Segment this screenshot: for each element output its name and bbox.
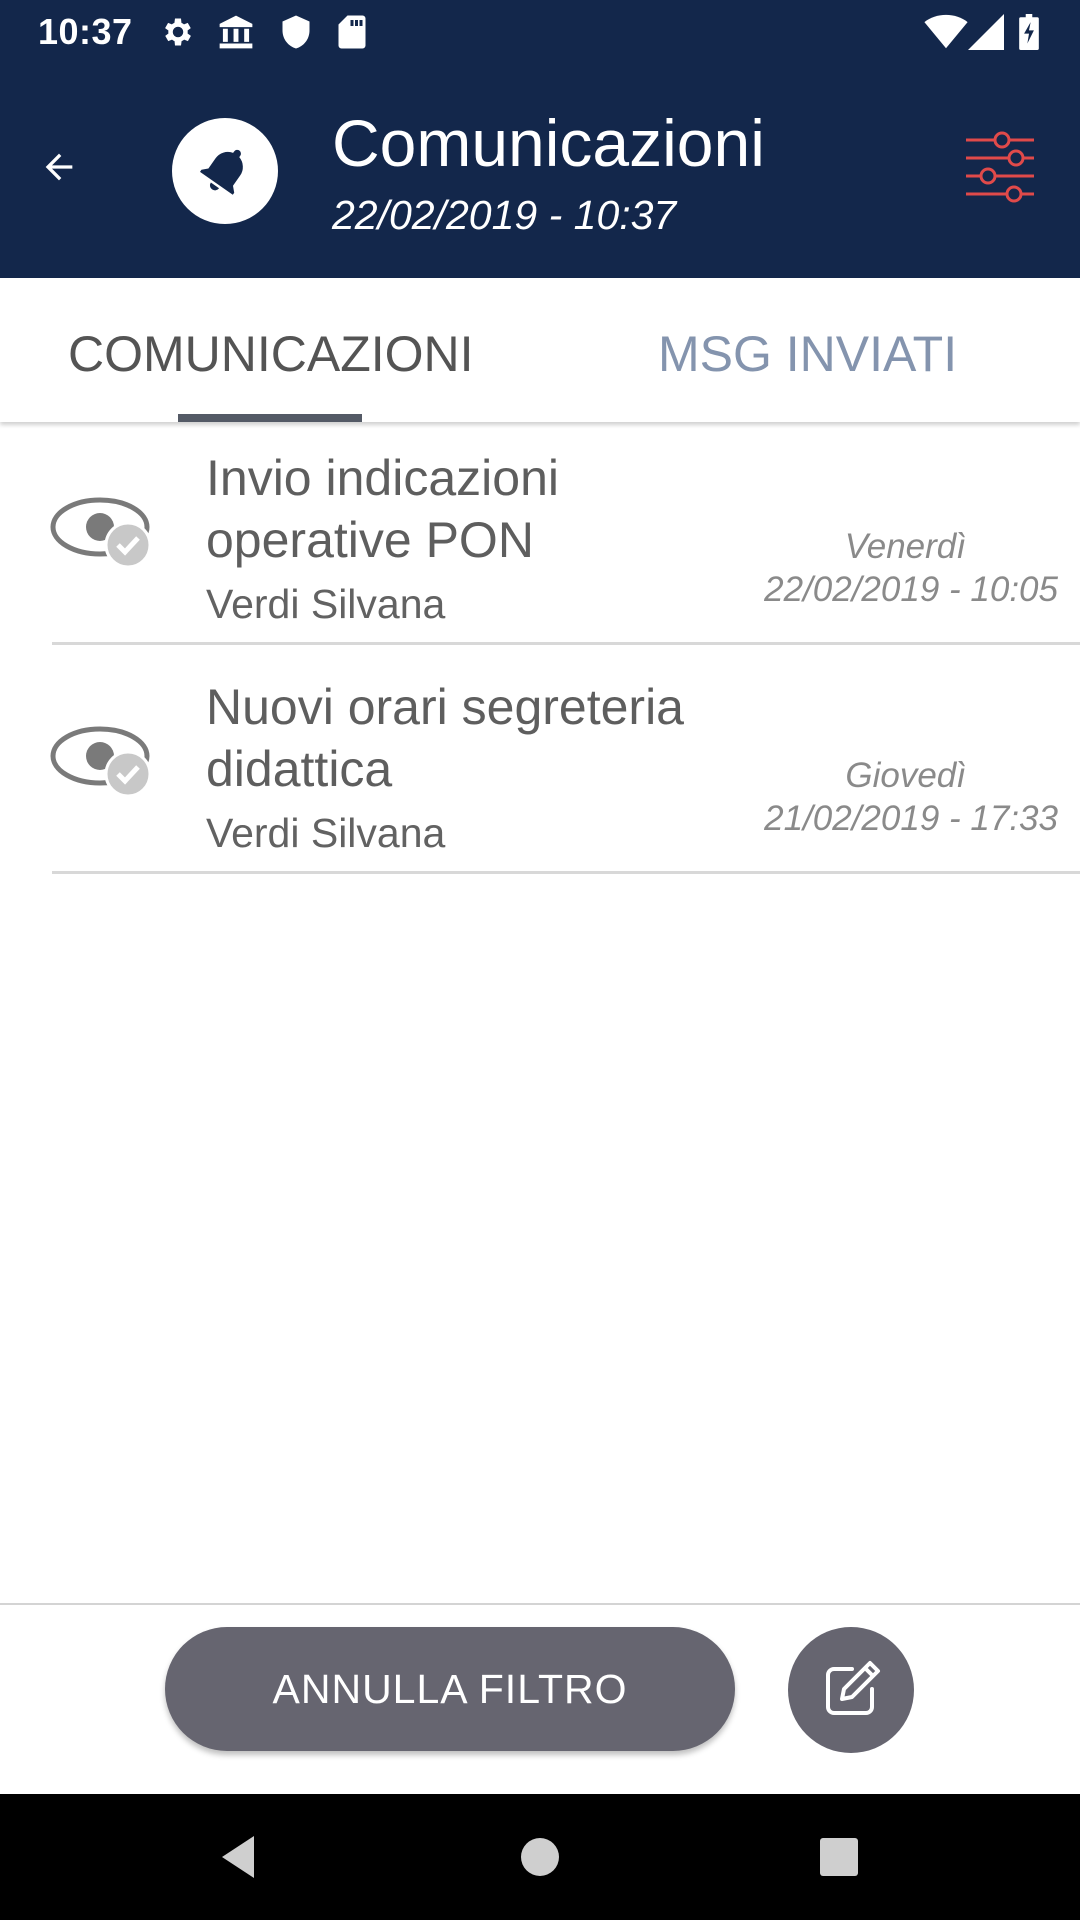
signal-icon (968, 14, 1004, 50)
bank-icon (219, 15, 253, 49)
read-eye-icon (50, 497, 152, 569)
message-title: Invio indicazioni operative PON (206, 450, 559, 568)
tab-comunicazioni[interactable]: COMUNICAZIONI (68, 324, 474, 384)
tab-selected-indicator (178, 414, 362, 422)
message-sender: Verdi Silvana (206, 810, 446, 856)
app-logo-badge (172, 118, 278, 224)
list-divider (52, 871, 1080, 874)
tab-msg-inviati[interactable]: MSG INVIATI (658, 324, 957, 384)
read-eye-icon (50, 726, 152, 798)
nav-back-icon[interactable] (214, 1832, 264, 1882)
page-subtitle-datetime: 22/02/2019 - 10:37 (332, 192, 677, 238)
message-title: Nuovi orari segreteria didattica (206, 679, 684, 797)
gear-icon (165, 18, 191, 46)
message-datetime: 21/02/2019 - 17:33 (764, 799, 1058, 838)
page-title: Comunicazioni (332, 106, 765, 180)
bell-icon (200, 149, 243, 195)
message-day: Giovedì (845, 756, 966, 795)
list-divider (52, 642, 1080, 645)
filter-sliders-icon[interactable] (962, 130, 1038, 206)
compose-icon (826, 1661, 880, 1715)
tab-bar: COMUNICAZIONI MSG INVIATI (0, 278, 1080, 422)
nav-home-icon[interactable] (515, 1832, 565, 1882)
system-navigation-bar (0, 1794, 1080, 1920)
message-datetime: 22/02/2019 - 10:05 (764, 570, 1058, 609)
shield-icon (282, 15, 310, 49)
battery-charging-icon (1019, 14, 1039, 50)
sd-card-icon (338, 15, 366, 49)
list-item[interactable]: Invio indicazioni operative PON Verdi Si… (0, 423, 1080, 652)
status-time: 10:37 (38, 11, 133, 52)
message-sender: Verdi Silvana (206, 581, 446, 627)
message-day: Venerdì (844, 527, 966, 566)
wifi-icon (924, 14, 968, 49)
compose-button[interactable] (788, 1627, 914, 1753)
clear-filter-button[interactable]: ANNULLA FILTRO (165, 1627, 735, 1751)
back-arrow-icon (45, 153, 73, 181)
bottom-bar-divider (0, 1603, 1080, 1605)
status-bar: 10:37 (0, 0, 1080, 64)
nav-recents-icon[interactable] (814, 1832, 864, 1882)
app-header: Comunicazioni 22/02/2019 - 10:37 (0, 64, 1080, 278)
list-item[interactable]: Nuovi orari segreteria didattica Verdi S… (0, 652, 1080, 881)
back-button[interactable] (30, 138, 88, 196)
